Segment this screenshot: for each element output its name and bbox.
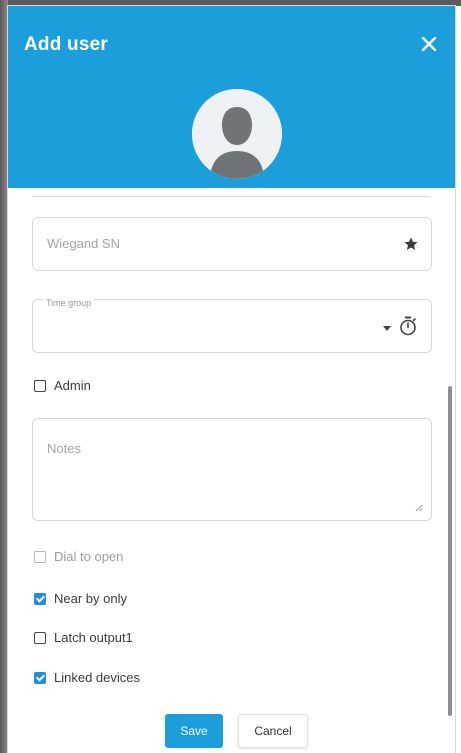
- dial-to-open-checkbox: Dial to open: [34, 549, 123, 564]
- dialog-header: Add user: [8, 6, 455, 188]
- star-icon: [404, 237, 418, 250]
- person-silhouette-icon: [192, 89, 282, 179]
- caret-down-icon: [383, 326, 391, 331]
- latch-output1-checkbox[interactable]: Latch output1: [34, 630, 133, 645]
- close-button[interactable]: [417, 32, 441, 56]
- admin-checkbox[interactable]: Admin: [34, 378, 91, 393]
- time-group-label: Time group: [43, 298, 95, 308]
- section-divider: [32, 196, 431, 197]
- add-user-dialog: Add user Wiegand SN Time group Admin Not…: [8, 6, 455, 753]
- time-group-select[interactable]: Time group: [32, 298, 432, 353]
- near-by-only-label: Near by only: [54, 591, 127, 606]
- notes-textarea[interactable]: Notes: [32, 418, 432, 521]
- linked-devices-checkbox-box[interactable]: [34, 671, 46, 684]
- notes-placeholder: Notes: [47, 441, 81, 456]
- window-left-edge: [0, 0, 8, 753]
- save-button[interactable]: Save: [165, 714, 223, 748]
- linked-devices-checkbox[interactable]: Linked devices: [34, 670, 140, 685]
- dial-to-open-checkbox-box: [34, 550, 46, 563]
- cancel-button[interactable]: Cancel: [238, 714, 308, 748]
- latch-output1-checkbox-box[interactable]: [34, 631, 46, 644]
- dial-to-open-label: Dial to open: [54, 549, 124, 564]
- near-by-only-checkbox-box[interactable]: [34, 592, 46, 605]
- wiegand-sn-field[interactable]: Wiegand SN: [32, 217, 432, 271]
- near-by-only-checkbox[interactable]: Near by only: [34, 591, 127, 606]
- admin-checkbox-box[interactable]: [34, 379, 46, 392]
- scrollbar-thumb[interactable]: [448, 386, 452, 716]
- stopwatch-icon: [400, 316, 416, 336]
- latch-output1-label: Latch output1: [54, 630, 133, 645]
- dialog-title: Add user: [24, 34, 108, 55]
- avatar[interactable]: [192, 89, 282, 179]
- close-icon: [421, 36, 437, 52]
- wiegand-sn-placeholder: Wiegand SN: [47, 236, 120, 251]
- admin-label: Admin: [54, 378, 91, 393]
- resize-grip-icon[interactable]: [415, 504, 423, 512]
- linked-devices-label: Linked devices: [54, 670, 140, 685]
